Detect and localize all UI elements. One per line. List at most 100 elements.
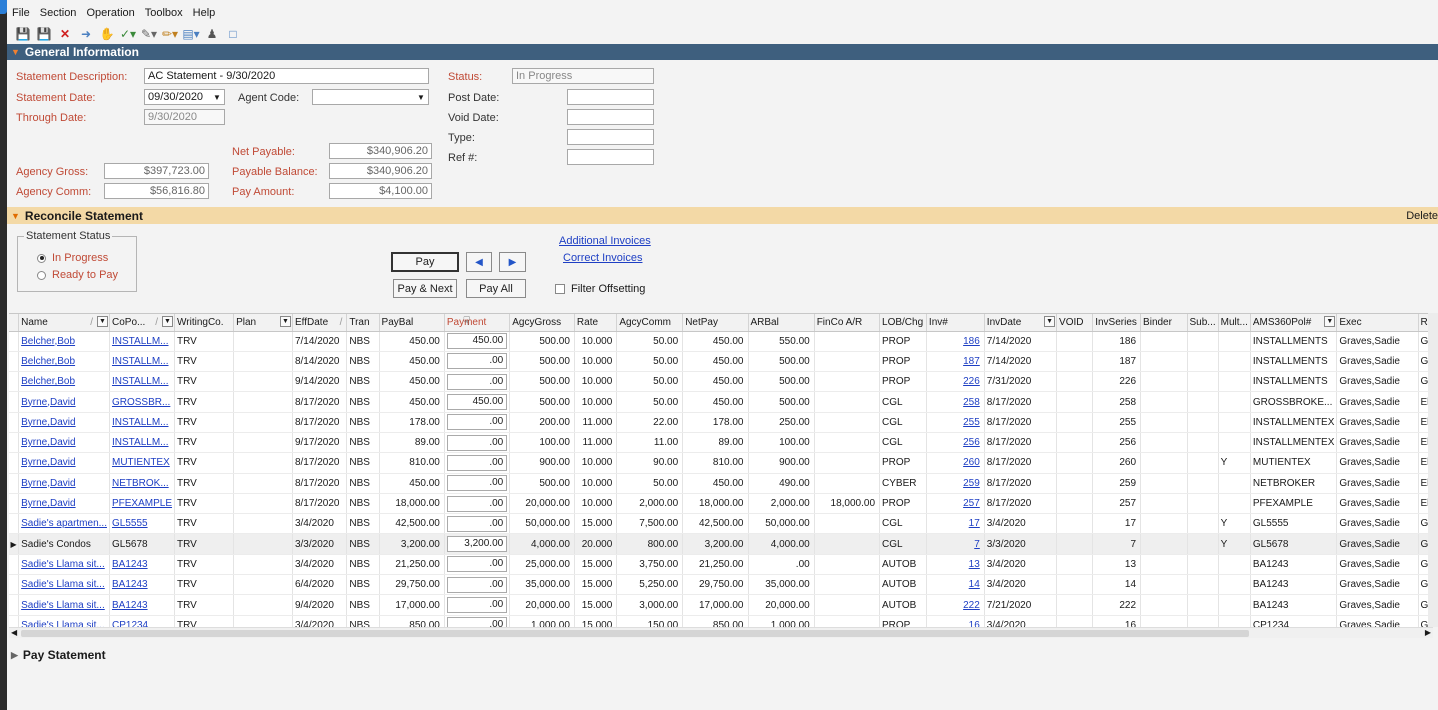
cell-payment[interactable]: .00 bbox=[444, 615, 511, 627]
payment-input[interactable]: .00 bbox=[446, 576, 508, 593]
payment-input[interactable]: .00 bbox=[446, 475, 508, 492]
pay-next-button[interactable]: Pay & Next bbox=[393, 279, 457, 298]
chevron-down-icon[interactable]: ▼ bbox=[415, 91, 427, 103]
cell-copo[interactable]: GL5555 bbox=[109, 513, 176, 535]
filter-offsetting-checkbox[interactable]: Filter Offsetting bbox=[555, 283, 645, 295]
payment-input[interactable]: .00 bbox=[446, 515, 508, 532]
cell-copo[interactable]: INSTALLM... bbox=[109, 351, 176, 373]
pay-button[interactable]: Pay bbox=[391, 252, 459, 272]
cell-copo[interactable]: BA1243 bbox=[109, 554, 176, 576]
previous-button[interactable]: ◀ bbox=[466, 252, 492, 272]
chevron-down-icon[interactable]: ▼ bbox=[211, 91, 223, 103]
cell-inv[interactable]: 255 bbox=[926, 412, 985, 433]
payment-input[interactable]: .00 bbox=[446, 495, 508, 512]
table-row[interactable]: Belcher,Bob INSTALLM... TRV 7/14/2020 NBS 450… bbox=[9, 331, 1438, 352]
cell-copo[interactable]: INSTALLM... bbox=[109, 432, 176, 454]
menu-toolbox[interactable]: Toolbox bbox=[140, 4, 188, 22]
cell-name[interactable]: Sadie's Llama sit... bbox=[18, 615, 110, 627]
filter-dropdown-icon[interactable]: ▼ bbox=[1324, 316, 1336, 327]
cell-payment[interactable]: .00 bbox=[444, 594, 511, 616]
cell-copo[interactable]: INSTALLM... bbox=[109, 412, 176, 433]
statement-description-field[interactable]: AC Statement - 9/30/2020 bbox=[144, 68, 429, 84]
table-row[interactable]: Byrne,David PFEXAMPLE TRV 8/17/2020 NBS 18,00… bbox=[9, 493, 1438, 515]
column-header-17[interactable]: VOID bbox=[1056, 314, 1094, 332]
table-row[interactable]: Sadie's Llama sit... BA1243 TRV 3/4/2020 NBS… bbox=[9, 554, 1438, 576]
cell-payment[interactable]: .00 bbox=[444, 513, 511, 535]
filter-dropdown-icon[interactable]: ▼ bbox=[96, 316, 108, 327]
column-header-4[interactable]: EffDate / bbox=[292, 314, 348, 332]
column-header-12[interactable]: ARBal bbox=[748, 314, 815, 332]
cell-copo[interactable]: BA1243 bbox=[109, 574, 176, 596]
cell-name[interactable]: Byrne,David bbox=[18, 432, 110, 454]
cell-name[interactable]: Byrne,David bbox=[18, 473, 110, 494]
ready-to-pay-radio[interactable]: Ready to Pay bbox=[37, 269, 118, 281]
cell-name[interactable]: Byrne,David bbox=[18, 452, 110, 474]
payment-input[interactable]: .00 bbox=[446, 353, 508, 370]
additional-invoices-link[interactable]: Additional Invoices bbox=[559, 235, 651, 247]
cell-inv[interactable]: 17 bbox=[926, 513, 985, 535]
in-progress-radio[interactable]: In Progress bbox=[37, 252, 108, 264]
column-header-11[interactable]: NetPay bbox=[682, 314, 749, 332]
hand-icon[interactable]: ✋ bbox=[98, 25, 116, 43]
table-row[interactable]: Byrne,David INSTALLM... TRV 8/17/2020 NBS 178… bbox=[9, 412, 1438, 433]
cell-inv[interactable]: 187 bbox=[926, 351, 985, 373]
vertical-scrollbar[interactable] bbox=[1428, 313, 1438, 627]
save-icon[interactable]: 💾 bbox=[14, 25, 32, 43]
cell-name[interactable]: Byrne,David bbox=[18, 391, 110, 413]
column-header-6[interactable]: PayBal bbox=[379, 314, 445, 332]
menu-operation[interactable]: Operation bbox=[81, 4, 139, 22]
cell-inv[interactable]: 257 bbox=[926, 493, 985, 515]
cell-payment[interactable]: 3,200.00 bbox=[444, 533, 511, 555]
cell-copo[interactable]: INSTALLM... bbox=[109, 371, 176, 393]
scroll-left-icon[interactable]: ◀ bbox=[11, 628, 17, 637]
table-row[interactable]: Byrne,David NETBROK... TRV 8/17/2020 NBS 450.… bbox=[9, 473, 1438, 494]
cell-name[interactable]: Sadie's apartmen... bbox=[18, 513, 110, 535]
menu-section[interactable]: Section bbox=[35, 4, 82, 22]
pay-statement-header[interactable]: ▶ Pay Statement bbox=[11, 648, 106, 662]
pen-dropdown-icon[interactable]: ✏▾ bbox=[161, 25, 179, 43]
cell-inv[interactable]: 260 bbox=[926, 452, 985, 474]
table-row[interactable]: Byrne,David INSTALLM... TRV 9/17/2020 NBS 89.… bbox=[9, 432, 1438, 454]
cell-payment[interactable]: .00 bbox=[444, 554, 511, 576]
column-header-2[interactable]: WritingCo. bbox=[174, 314, 235, 332]
cell-name[interactable]: Sadie's Llama sit... bbox=[18, 594, 110, 616]
cell-copo[interactable]: INSTALLM... bbox=[109, 331, 176, 352]
cell-inv[interactable]: 258 bbox=[926, 391, 985, 413]
column-header-8[interactable]: AgcyGross bbox=[509, 314, 575, 332]
payment-input[interactable]: .00 bbox=[446, 434, 508, 451]
column-header-22[interactable]: AMS360Pol# ▼ bbox=[1250, 314, 1338, 332]
document-dropdown-icon[interactable]: ▤▾ bbox=[182, 25, 200, 43]
cell-inv[interactable]: 14 bbox=[926, 574, 985, 596]
cell-inv[interactable]: 226 bbox=[926, 371, 985, 393]
cell-copo[interactable]: NETBROK... bbox=[109, 473, 176, 494]
general-information-header[interactable]: ▼ General Information bbox=[7, 44, 1438, 60]
cell-payment[interactable]: .00 bbox=[444, 473, 511, 494]
cell-inv[interactable]: 256 bbox=[926, 432, 985, 454]
people-icon[interactable]: ♟ bbox=[203, 25, 221, 43]
cell-payment[interactable]: .00 bbox=[444, 432, 511, 454]
cell-payment[interactable]: .00 bbox=[444, 371, 511, 393]
payment-input[interactable]: 450.00 bbox=[446, 394, 508, 411]
cell-payment[interactable]: .00 bbox=[444, 412, 511, 433]
payment-input[interactable]: 450.00 bbox=[446, 333, 508, 350]
ref-field[interactable] bbox=[567, 149, 654, 165]
filter-dropdown-icon[interactable]: ▼ bbox=[162, 316, 174, 327]
payment-input[interactable]: .00 bbox=[446, 556, 508, 573]
scroll-right-icon[interactable]: ▶ bbox=[1425, 628, 1431, 637]
checkmark-dropdown-icon[interactable]: ✓▾ bbox=[119, 25, 137, 43]
column-header-16[interactable]: InvDate ▼ bbox=[984, 314, 1058, 332]
cell-payment[interactable]: 450.00 bbox=[444, 391, 511, 413]
cell-copo[interactable]: MUTIENTEX bbox=[109, 452, 176, 474]
cell-payment[interactable]: .00 bbox=[444, 452, 511, 474]
agent-code-select[interactable]: ▼ bbox=[312, 89, 429, 105]
scroll-thumb[interactable] bbox=[21, 630, 1249, 637]
attach-dropdown-icon[interactable]: ✎▾ bbox=[140, 25, 158, 43]
payment-input[interactable]: 3,200.00 bbox=[446, 536, 508, 553]
cell-name[interactable]: Byrne,David bbox=[18, 493, 110, 515]
table-row[interactable]: Byrne,David GROSSBR... TRV 8/17/2020 NBS 450.… bbox=[9, 391, 1438, 413]
payment-input[interactable]: .00 bbox=[446, 597, 508, 613]
column-header-20[interactable]: Sub... bbox=[1187, 314, 1219, 332]
cell-copo[interactable]: BA1243 bbox=[109, 594, 176, 616]
column-header-3[interactable]: Plan ▼ bbox=[233, 314, 293, 332]
menu-help[interactable]: Help bbox=[188, 4, 221, 22]
